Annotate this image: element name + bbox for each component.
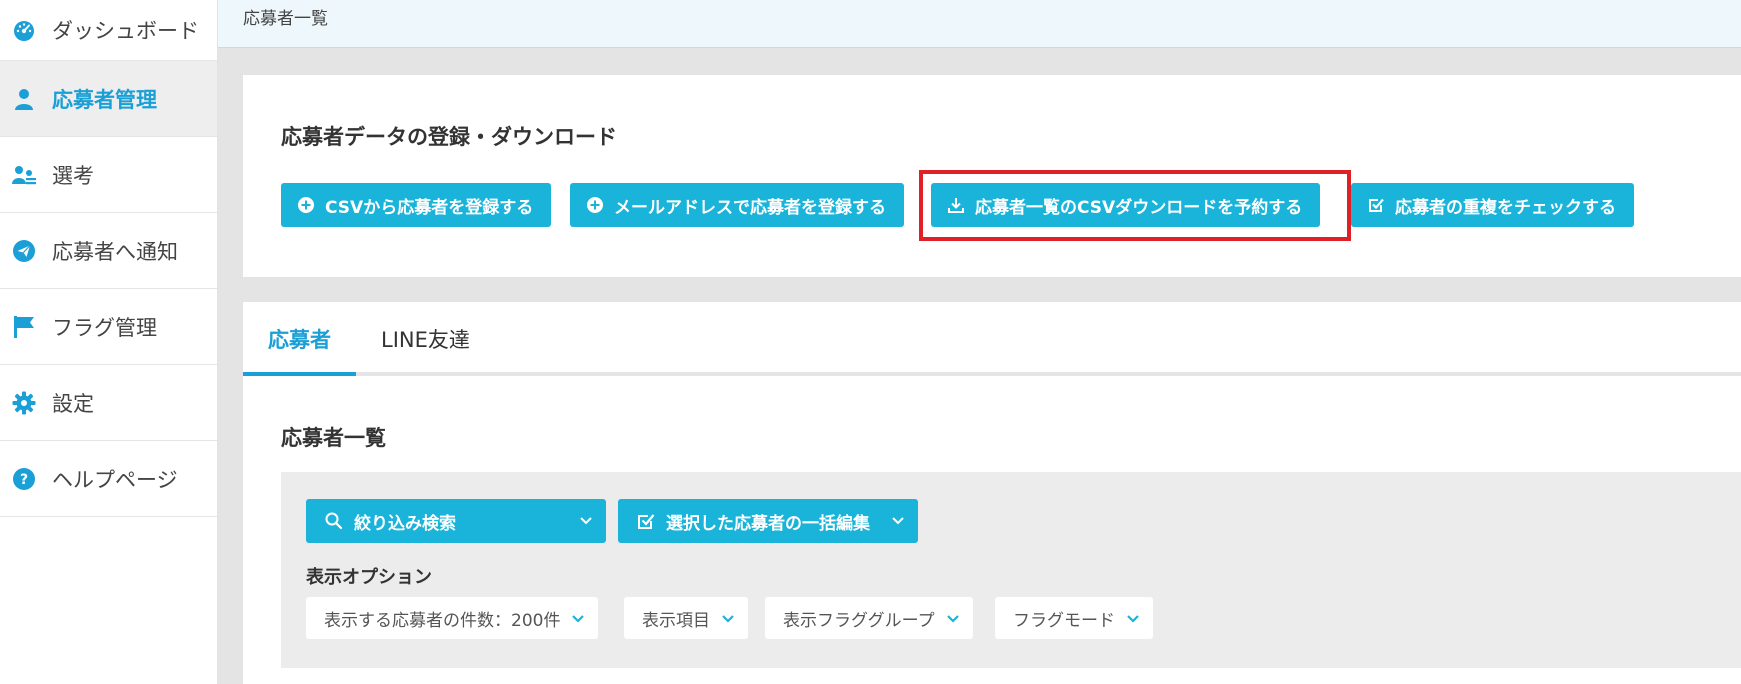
checkbox-icon [1367, 196, 1385, 214]
plus-circle-icon [586, 196, 604, 214]
tab-applicants[interactable]: 応募者 [268, 324, 331, 354]
user-icon [12, 87, 36, 111]
register-from-csv-button[interactable]: CSVから応募者を登録する [281, 183, 552, 227]
applicant-list-card: 応募者 LINE友達 応募者一覧 絞り込み検索 選択した応募者の一括編集 表示オ… [243, 302, 1741, 684]
display-count-dropdown[interactable]: 表示する応募者の件数：200件 [306, 597, 599, 639]
sidebar-item-flags[interactable]: フラグ管理 [0, 289, 217, 365]
chevron-down-icon [722, 615, 734, 623]
sidebar-item-selection[interactable]: 選考 [0, 137, 217, 213]
sidebar-item-label: ヘルプページ [52, 467, 178, 492]
section-title: 応募者データの登録・ダウンロード [281, 125, 617, 149]
display-options-label: 表示オプション [306, 567, 432, 588]
flag-icon [12, 315, 36, 339]
bulk-edit-button[interactable]: 選択した応募者の一括編集 [618, 499, 918, 543]
plus-circle-icon [297, 196, 315, 214]
search-icon [324, 511, 344, 531]
sidebar-item-help[interactable]: ? ヘルプページ [0, 441, 217, 517]
check-duplicates-button[interactable]: 応募者の重複をチェックする [1351, 183, 1634, 227]
register-by-email-button[interactable]: メールアドレスで応募者を登録する [570, 183, 904, 227]
svg-text:?: ? [20, 472, 28, 488]
sidebar-item-label: 設定 [52, 391, 94, 416]
sidebar-item-label: フラグ管理 [52, 315, 157, 340]
dashboard-icon [12, 18, 36, 42]
sidebar-item-label: 応募者へ通知 [52, 239, 178, 264]
paper-plane-icon [12, 239, 36, 263]
tab-line-friends[interactable]: LINE友達 [381, 324, 470, 354]
flag-mode-dropdown[interactable]: フラグモード [995, 597, 1153, 639]
sidebar-item-applicants[interactable]: 応募者管理 [0, 61, 217, 137]
chevron-down-icon [892, 517, 904, 525]
sidebar-item-notify[interactable]: 応募者へ通知 [0, 213, 217, 289]
sidebar: ダッシュボード 応募者管理 選考 応募者へ通知 フラグ管理 設定 ? ヘルプペー… [0, 0, 218, 684]
data-registration-card: 応募者データの登録・ダウンロード CSVから応募者を登録する メールアドレスで応… [243, 75, 1741, 277]
filter-panel: 絞り込み検索 選択した応募者の一括編集 表示オプション 表示する応募者の件数：2… [281, 472, 1741, 668]
display-columns-dropdown[interactable]: 表示項目 [624, 597, 748, 639]
chevron-down-icon [580, 517, 592, 525]
sidebar-item-dashboard[interactable]: ダッシュボード [0, 0, 217, 61]
breadcrumb: 応募者一覧 [218, 0, 1741, 48]
help-icon: ? [12, 467, 36, 491]
highlight-box [919, 170, 1351, 241]
chevron-down-icon [1127, 615, 1139, 623]
filter-search-button[interactable]: 絞り込み検索 [306, 499, 606, 543]
tab-bar: 応募者 LINE友達 [243, 302, 1741, 376]
list-title: 応募者一覧 [281, 426, 386, 450]
sidebar-item-label: 応募者管理 [52, 87, 157, 112]
active-tab-indicator [243, 372, 356, 376]
selection-users-icon [12, 163, 36, 187]
gear-icon [12, 391, 36, 415]
chevron-down-icon [946, 615, 959, 623]
checkbox-icon [636, 511, 656, 531]
sidebar-item-settings[interactable]: 設定 [0, 365, 217, 441]
breadcrumb-text: 応募者一覧 [243, 9, 328, 29]
sidebar-item-label: ダッシュボード [52, 19, 199, 43]
chevron-down-icon [572, 615, 585, 623]
flag-group-dropdown[interactable]: 表示フラググループ [765, 597, 973, 639]
sidebar-item-label: 選考 [52, 163, 94, 188]
